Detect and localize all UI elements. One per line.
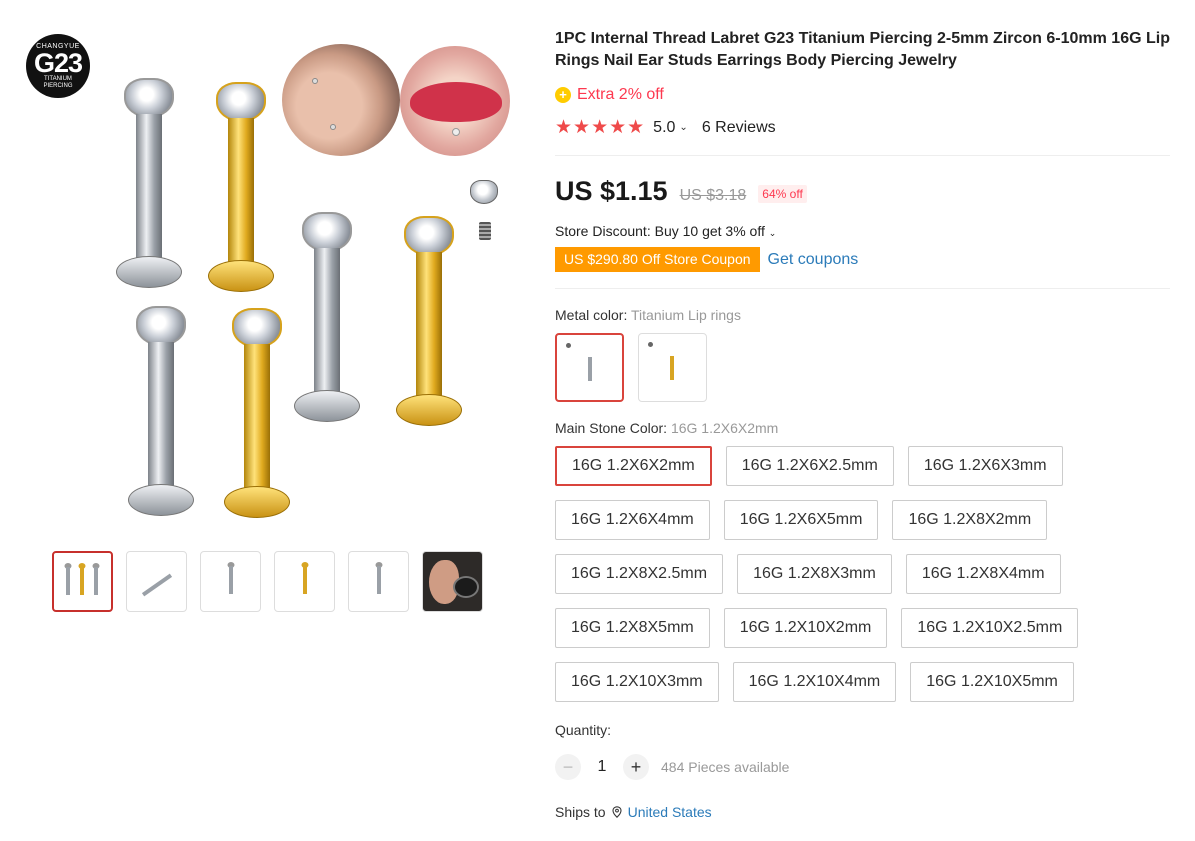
discount-badge: 64% off: [758, 185, 807, 203]
size-option[interactable]: 16G 1.2X6X2.5mm: [725, 446, 894, 486]
location-pin-icon: [612, 806, 622, 818]
rating-row: ★★★★★ 5.0 ⌄ 6 Reviews: [555, 116, 1170, 156]
ships-to-row: Ships to United States: [555, 804, 1170, 820]
size-option[interactable]: 16G 1.2X8X4mm: [905, 554, 1061, 594]
thumbnail-6[interactable]: [422, 551, 483, 612]
thumbnail-strip: [52, 551, 483, 612]
rating-score[interactable]: 5.0: [653, 119, 675, 137]
gold-labret-stud: [196, 82, 286, 292]
quantity-stepper: − 1 + 484 Pieces available: [555, 754, 1170, 780]
store-discount[interactable]: Store Discount: Buy 10 get 3% off ⌄: [555, 223, 1170, 239]
size-option[interactable]: 16G 1.2X6X5mm: [723, 500, 879, 540]
coupon-row: US $290.80 Off Store Coupon Get coupons: [555, 247, 1170, 289]
gold-labret-stud: [212, 308, 302, 518]
size-option[interactable]: 16G 1.2X8X5mm: [555, 608, 710, 648]
thumbnail-5[interactable]: [348, 551, 409, 612]
size-option[interactable]: 16G 1.2X8X3mm: [737, 554, 892, 594]
star-rating-icon: ★★★★★: [555, 117, 646, 138]
thread-detail: [479, 222, 491, 240]
store-discount-text: Store Discount: Buy 10 get 3% off: [555, 223, 765, 239]
size-option[interactable]: 16G 1.2X10X4mm: [732, 662, 897, 702]
product-main-image[interactable]: CHANGYUE G23 TITANIUM PIERCING: [20, 30, 520, 530]
metal-color-label: Metal color: Titanium Lip rings: [555, 307, 741, 323]
current-price: US $1.15: [555, 176, 668, 206]
reviews-link[interactable]: 6 Reviews: [702, 119, 776, 137]
quantity-input[interactable]: 1: [591, 758, 613, 776]
product-title: 1PC Internal Thread Labret G23 Titanium …: [555, 30, 1170, 69]
thumbnail-1[interactable]: [52, 551, 113, 612]
silver-labret-stud: [104, 78, 194, 288]
thumbnail-3[interactable]: [200, 551, 261, 612]
size-option[interactable]: 16G 1.2X8X2mm: [892, 500, 1048, 540]
ear-piercing-photo: [282, 44, 400, 156]
stone-color-value: 16G 1.2X6X2mm: [670, 420, 779, 436]
original-price: US $3.18: [679, 187, 747, 204]
gem-top-detail: [470, 180, 498, 204]
size-option[interactable]: 16G 1.2X10X3mm: [555, 662, 719, 702]
quantity-increase-button[interactable]: +: [623, 754, 649, 780]
thumbnail-4[interactable]: [274, 551, 335, 612]
stone-color-label: Main Stone Color: 16G 1.2X6X2mm: [555, 420, 779, 436]
ships-to-label: Ships to: [555, 804, 606, 820]
metal-color-options: [555, 333, 1170, 402]
size-option[interactable]: 16G 1.2X6X4mm: [555, 500, 710, 540]
price-row: US $1.15 US $3.18 64% off: [555, 176, 1170, 207]
size-option[interactable]: 16G 1.2X8X2.5mm: [555, 554, 724, 594]
extra-discount[interactable]: + Extra 2% off: [555, 86, 1170, 104]
size-option[interactable]: 16G 1.2X10X2mm: [723, 608, 888, 648]
size-option[interactable]: 16G 1.2X10X2.5mm: [901, 608, 1079, 648]
silver-labret-stud: [116, 306, 206, 516]
store-coupon-tag: US $290.80 Off Store Coupon: [555, 247, 760, 272]
stone-size-options: 16G 1.2X6X2mm 16G 1.2X6X2.5mm 16G 1.2X6X…: [555, 446, 1115, 702]
thumbnail-2[interactable]: [126, 551, 187, 612]
brand-logo: CHANGYUE G23 TITANIUM PIERCING: [26, 34, 90, 98]
metal-option-gold[interactable]: [638, 333, 707, 402]
plus-coin-icon: +: [555, 87, 571, 103]
extra-discount-text: Extra 2% off: [577, 86, 664, 103]
size-option[interactable]: 16G 1.2X6X3mm: [907, 446, 1063, 486]
pieces-available: 484 Pieces available: [661, 759, 790, 775]
quantity-label: Quantity:: [555, 722, 612, 738]
product-info-panel: 1PC Internal Thread Labret G23 Titanium …: [555, 28, 1170, 820]
size-option[interactable]: 16G 1.2X10X5mm: [910, 662, 1074, 702]
size-option[interactable]: 16G 1.2X6X2mm: [555, 446, 712, 486]
chevron-down-icon: ⌄: [768, 228, 777, 238]
quantity-decrease-button[interactable]: −: [555, 754, 581, 780]
lip-piercing-photo: [400, 46, 510, 156]
metal-option-titanium[interactable]: [555, 333, 624, 402]
gold-labret-stud: [384, 216, 474, 426]
get-coupons-link[interactable]: Get coupons: [768, 251, 859, 269]
chevron-down-icon[interactable]: ⌄: [679, 122, 687, 133]
metal-color-value: Titanium Lip rings: [631, 307, 741, 323]
ships-to-country-link[interactable]: United States: [628, 804, 712, 820]
